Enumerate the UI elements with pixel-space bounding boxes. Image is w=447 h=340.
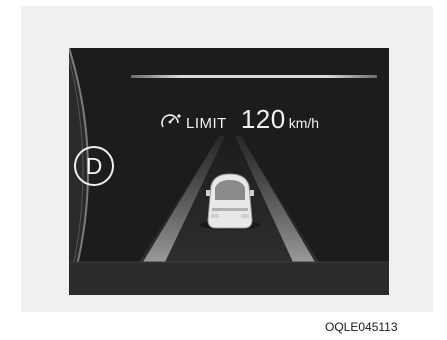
gear-indicator: D [74,146,114,186]
cluster-display: LIMIT 120 km/h D [69,48,389,295]
divider-line [131,75,377,78]
speed-unit: km/h [288,115,320,131]
speed-limit-readout: LIMIT 120 km/h [161,104,319,135]
figure-code: OQLE045113 [325,320,398,334]
limit-label: LIMIT [186,115,227,132]
speed-limit-icon [161,114,181,128]
speed-value: 120 [240,104,286,134]
gear-letter: D [85,152,103,179]
road-graphic [69,48,389,295]
